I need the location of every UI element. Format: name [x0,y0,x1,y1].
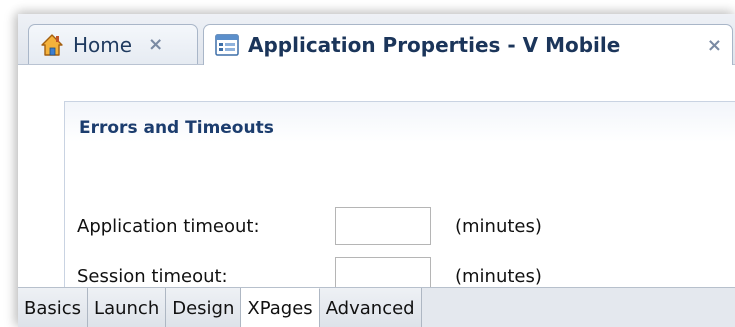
close-icon[interactable]: × [707,35,722,56]
editor-tab-strip: Home × Application Properties - V Mobile… [18,14,735,65]
tab-application-properties-label: Application Properties - V Mobile [248,33,621,57]
errors-and-timeouts-section: Errors and Timeouts Application timeout:… [64,101,735,323]
close-icon[interactable]: × [148,34,163,55]
tab-launch[interactable]: Launch [88,288,167,327]
editor-frame: Home × Application Properties - V Mobile… [18,14,735,327]
application-properties-icon [214,32,240,58]
tab-application-properties[interactable]: Application Properties - V Mobile × [203,24,733,65]
application-timeout-input[interactable] [335,207,431,245]
tab-basics[interactable]: Basics [18,288,89,327]
application-timeout-unit: (minutes) [455,215,542,237]
session-timeout-unit: (minutes) [455,265,542,287]
application-timeout-label: Application timeout: [77,215,260,237]
home-icon [39,32,65,58]
section-title: Errors and Timeouts [79,118,274,138]
tab-advanced[interactable]: Advanced [319,288,422,327]
tab-home-label: Home [73,32,133,57]
tab-home[interactable]: Home × [28,24,198,64]
tab-xpages[interactable]: XPages [241,288,320,327]
session-timeout-label: Session timeout: [77,265,228,287]
properties-content: Errors and Timeouts Application timeout:… [18,65,735,323]
tab-design[interactable]: Design [166,288,242,327]
properties-page-tabs: Basics Launch Design XPages Advanced [18,287,735,327]
